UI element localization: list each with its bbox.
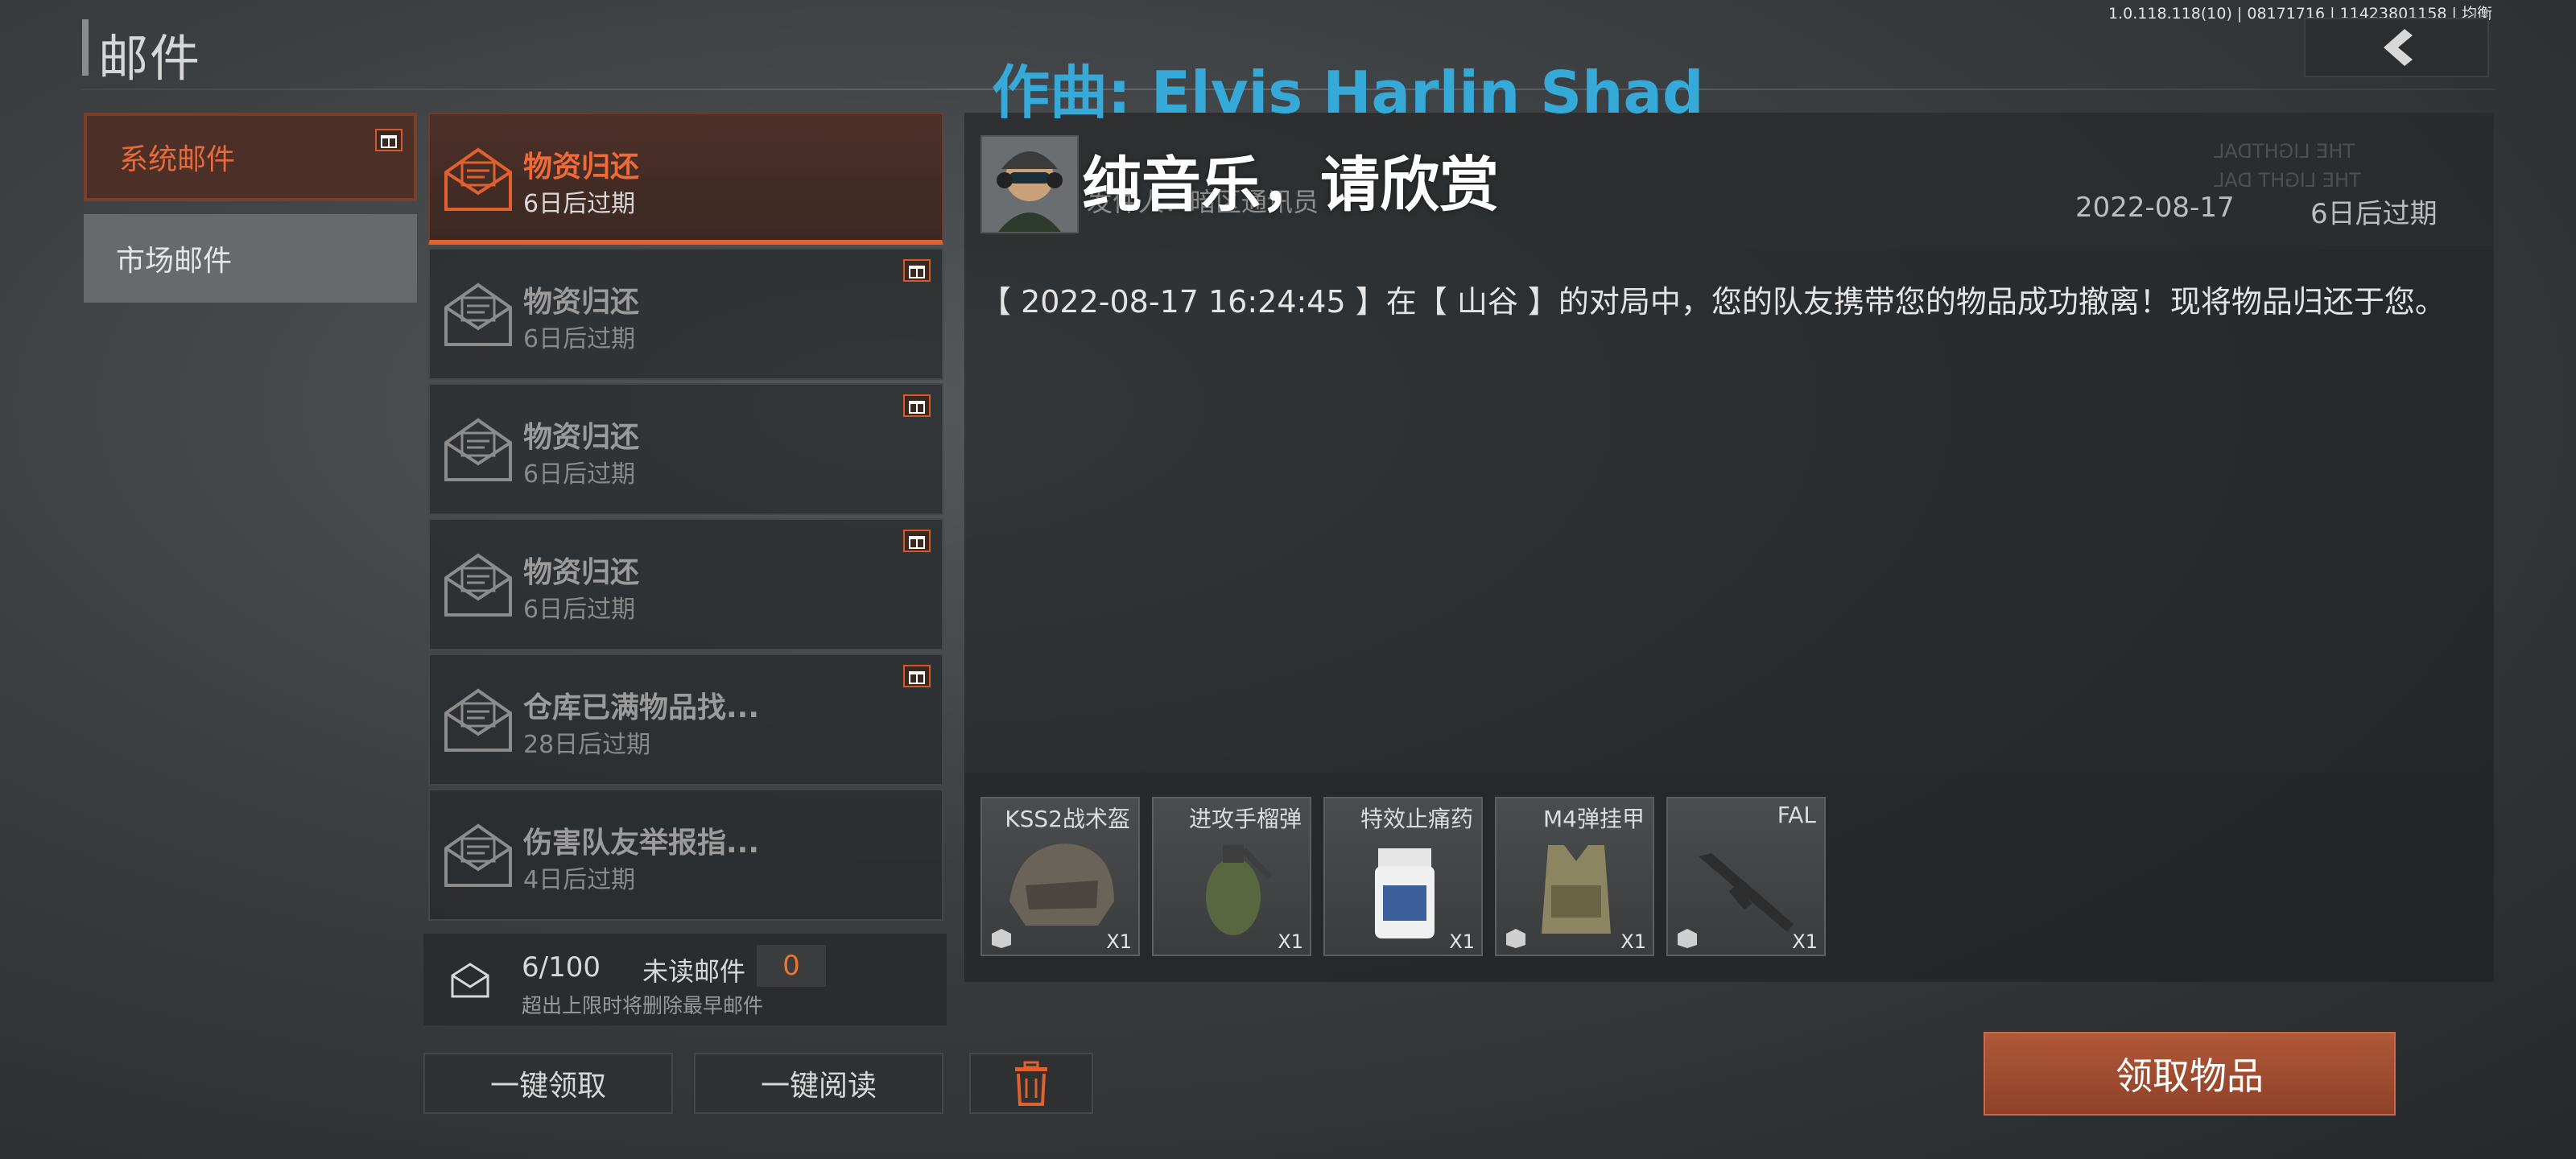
read-all-button[interactable]: 一键阅读 <box>694 1053 943 1114</box>
mailbox-limit-note: 超出上限时将删除最早邮件 <box>522 994 764 1017</box>
mail-list-item[interactable]: 物资归还 6日后过期 <box>428 518 943 650</box>
mail-list-item[interactable]: 物资归还 6日后过期 <box>428 113 943 245</box>
envelope-icon <box>444 688 512 752</box>
overlay-composer-caption: 作曲: Elvis Harlin Shad <box>992 59 1704 126</box>
page-title: 邮件 <box>98 29 202 88</box>
unread-label: 未读邮件 <box>642 956 746 987</box>
attachment-item[interactable]: M4弹挂甲 X1 <box>1495 797 1654 956</box>
mail-body: 【 2022-08-17 16:24:45 】在【 山谷 】的对局中，您的队友携… <box>980 284 2446 320</box>
mail-title: 仓库已满物品找... <box>523 691 760 724</box>
mail-title: 物资归还 <box>523 421 640 454</box>
package-icon <box>992 929 1011 948</box>
mailbox-icon <box>451 963 489 998</box>
envelope-icon <box>444 283 512 346</box>
claim-items-button[interactable]: 领取物品 <box>1984 1032 2396 1116</box>
tab-label: 市场邮件 <box>116 245 233 278</box>
attachment-item[interactable]: 进攻手榴弹 X1 <box>1152 797 1311 956</box>
attachment-quantity: X1 <box>1278 930 1303 953</box>
trash-icon <box>1015 1061 1047 1106</box>
package-icon <box>1506 929 1525 948</box>
tab-system-mail[interactable]: 系统邮件 <box>84 113 417 201</box>
mail-expiry: 6日后过期 <box>523 460 636 489</box>
unread-count: 0 <box>757 945 826 987</box>
mail-expiry: 6日后过期 <box>523 190 636 218</box>
mail-list-item[interactable]: 物资归还 6日后过期 <box>428 383 943 515</box>
pill-bottle-icon <box>1375 848 1435 938</box>
gift-icon <box>903 394 931 417</box>
gift-icon <box>375 129 402 151</box>
mail-title: 物资归还 <box>523 556 640 589</box>
mail-expiry: 6日后过期 <box>523 596 636 624</box>
attachment-quantity: X1 <box>1792 930 1818 953</box>
overlay-music-caption: 纯音乐，请欣赏 <box>1082 151 1499 220</box>
gift-icon <box>903 259 931 282</box>
envelope-icon <box>444 418 512 481</box>
attachment-name: 特效止痛药 <box>1360 806 1473 832</box>
package-icon <box>1678 929 1697 948</box>
helmet-icon <box>1009 843 1114 926</box>
attachment-quantity: X1 <box>1620 930 1646 953</box>
mail-expiry: 6日后过期 <box>523 325 636 353</box>
mail-title: 伤害队友举报指... <box>523 827 760 860</box>
mail-title: 物资归还 <box>523 286 640 319</box>
grenade-icon <box>1206 845 1272 935</box>
mail-title: 物资归还 <box>523 151 640 184</box>
mail-expiry: 4日后过期 <box>523 866 636 894</box>
mail-list-item[interactable]: 仓库已满物品找... 28日后过期 <box>428 654 943 786</box>
mail-expiry-detail: 6日后过期 <box>2310 198 2438 230</box>
watermark-line: THE LIGHT DAL <box>2214 169 2361 192</box>
back-button[interactable] <box>2304 18 2489 77</box>
envelope-icon <box>444 823 512 887</box>
attachment-name: 进攻手榴弹 <box>1188 806 1302 832</box>
sender-avatar <box>980 135 1079 233</box>
attachment-quantity: X1 <box>1106 930 1132 953</box>
attachment-item[interactable]: KSS2战术盔 X1 <box>980 797 1140 956</box>
attachment-item[interactable]: 特效止痛药 X1 <box>1323 797 1483 956</box>
tab-market-mail[interactable]: 市场邮件 <box>84 214 417 303</box>
attachment-name: KSS2战术盔 <box>1005 806 1130 832</box>
attachment-quantity: X1 <box>1449 930 1475 953</box>
claim-all-button[interactable]: 一键领取 <box>423 1053 673 1114</box>
watermark-line: THE LIGHTDAL <box>2214 140 2355 163</box>
mail-list-item[interactable]: 物资归还 6日后过期 <box>428 248 943 380</box>
attachment-item[interactable]: FAL X1 <box>1666 797 1826 956</box>
delete-button[interactable] <box>969 1053 1093 1114</box>
mail-count: 6/100 <box>522 951 601 984</box>
tab-label: 系统邮件 <box>119 143 236 176</box>
envelope-icon <box>444 553 512 617</box>
watermark: THE LIGHTDAL THE LIGHT DAL <box>2214 137 2361 195</box>
mail-expiry: 28日后过期 <box>523 731 651 759</box>
rifle-icon <box>1699 853 1794 932</box>
gift-icon <box>903 530 931 552</box>
mail-list-item[interactable]: 伤害队友举报指... 4日后过期 <box>428 789 943 921</box>
chevron-left-icon <box>2384 29 2413 66</box>
title-accent-bar <box>82 19 89 76</box>
attachment-name: FAL <box>1777 802 1816 828</box>
gift-icon <box>903 665 931 687</box>
vest-icon <box>1542 845 1611 934</box>
mail-date: 2022-08-17 <box>2075 192 2235 224</box>
attachment-name: M4弹挂甲 <box>1543 806 1645 832</box>
envelope-icon <box>444 147 512 211</box>
